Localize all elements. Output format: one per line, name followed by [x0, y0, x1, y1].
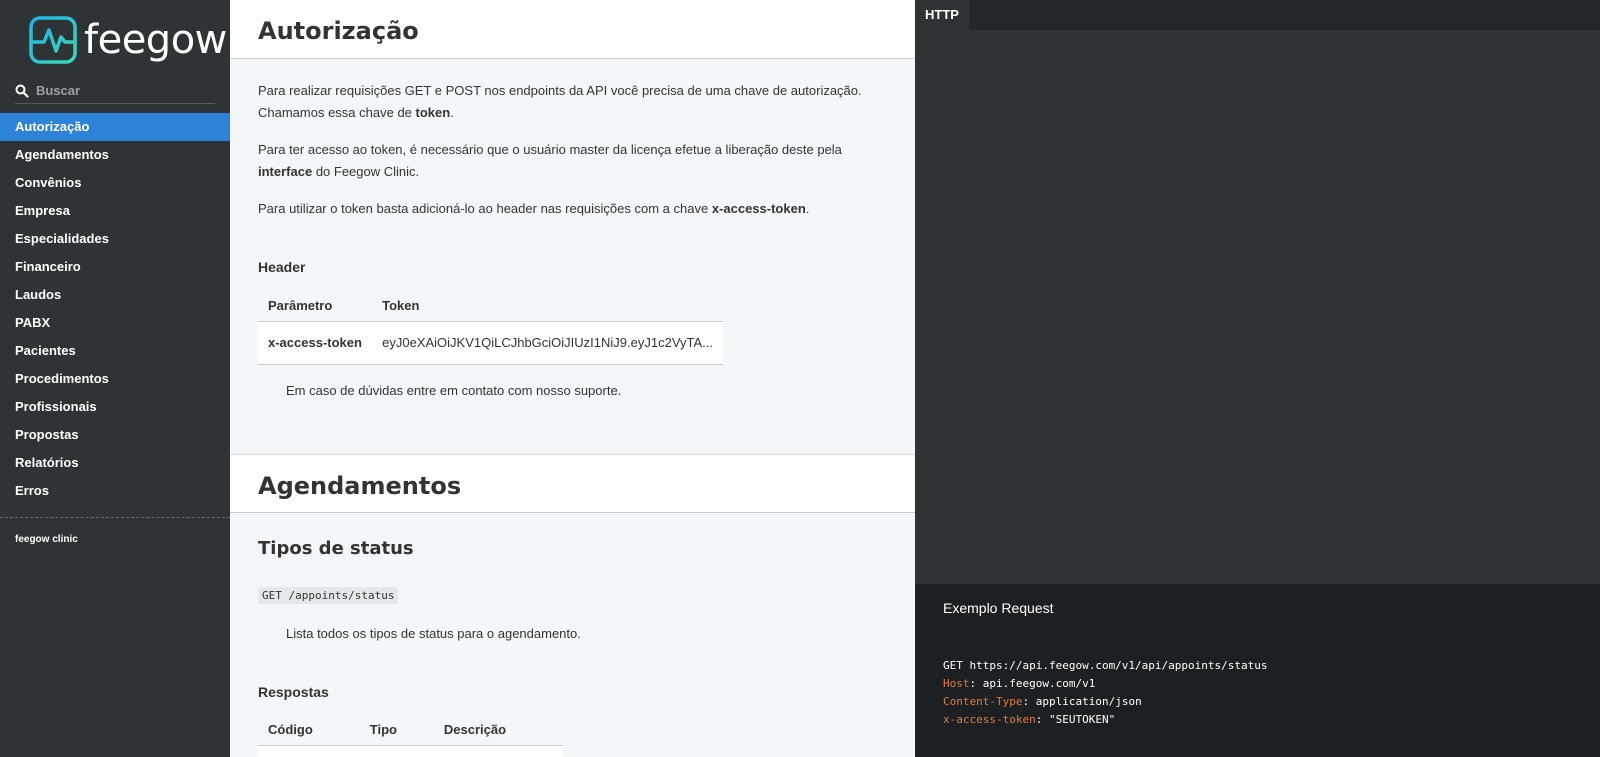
header-title: Header: [258, 259, 306, 275]
sidebar-item-profissionais[interactable]: Profissionais: [0, 393, 230, 421]
column-header-codigo: Código: [268, 722, 313, 738]
auth-paragraph-2: Para ter acesso ao token, é necessário q…: [258, 142, 842, 179]
logo[interactable]: feegow: [28, 14, 227, 66]
language-tabs: HTTP: [915, 0, 1600, 30]
section-header-agendamentos: Agendamentos: [230, 454, 915, 513]
section-title-agendamentos: Agendamentos: [258, 472, 462, 500]
subsection-title: Tipos de status: [258, 538, 414, 559]
column-header-token: Token: [382, 298, 420, 314]
tab-http[interactable]: HTTP: [915, 0, 969, 30]
sidebar-item-autorizacao[interactable]: Autorização: [0, 113, 230, 141]
code-line: x-access-token: "SEUTOKEN": [943, 713, 1116, 726]
sidebar-item-laudos[interactable]: Laudos: [0, 281, 230, 309]
sidebar-item-erros[interactable]: Erros: [0, 477, 230, 505]
support-note: Em caso de dúvidas entre em contato com …: [286, 383, 622, 398]
sidebar-item-empresa[interactable]: Empresa: [0, 197, 230, 225]
example-request-code: GET https://api.feegow.com/v1/api/appoin…: [915, 632, 1600, 757]
column-header-parametro: Parâmetro: [268, 298, 333, 314]
auth-paragraph-1: Para realizar requisições GET e POST nos…: [258, 83, 862, 120]
code-panel: HTTP Exemplo Request GET https://api.fee…: [915, 0, 1600, 757]
sidebar-divider: [0, 517, 230, 518]
code-line: Content-Type: application/json: [943, 695, 1142, 708]
sidebar-footer-link[interactable]: feegow clinic: [15, 534, 78, 545]
page-title: Autorização: [258, 17, 419, 45]
responses-table: Código Tipo Descrição: [258, 715, 563, 757]
endpoint-description: Lista todos os tipos de status para o ag…: [286, 626, 581, 641]
search-bar: [15, 78, 215, 104]
sidebar-item-agendamentos[interactable]: Agendamentos: [0, 141, 230, 169]
table-cell-token: eyJ0eXAiOiJKV1QiLCJhbGciOiJIUzI1NiJ9.eyJ…: [372, 320, 723, 365]
endpoint-code: GET /appoints/status: [258, 587, 399, 604]
sidebar-nav: Autorização Agendamentos Convênios Empre…: [0, 113, 230, 505]
feegow-logo-icon: [29, 16, 77, 64]
header-table: Parâmetro Token x-access-token eyJ0eXAiO…: [258, 291, 723, 365]
code-line: GET https://api.feegow.com/v1/api/appoin…: [943, 659, 1268, 672]
sidebar-item-pacientes[interactable]: Pacientes: [0, 337, 230, 365]
auth-paragraph-3: Para utilizar o token basta adicioná-lo …: [258, 201, 810, 216]
code-line: Host: api.feegow.com/v1: [943, 677, 1096, 690]
table-row: x-access-token eyJ0eXAiOiJKV1QiLCJhbGciO…: [258, 320, 723, 365]
example-request-label: Exemplo Request: [915, 584, 1600, 632]
sidebar-item-procedimentos[interactable]: Procedimentos: [0, 365, 230, 393]
sidebar-item-propostas[interactable]: Propostas: [0, 421, 230, 449]
sidebar-item-convenios[interactable]: Convênios: [0, 169, 230, 197]
table-row: [258, 744, 563, 757]
brand-name: feegow: [84, 17, 227, 63]
responses-title: Respostas: [258, 684, 329, 700]
search-input[interactable]: [36, 83, 206, 98]
column-header-descricao: Descrição: [443, 722, 507, 738]
sidebar-item-financeiro[interactable]: Financeiro: [0, 253, 230, 281]
section-header-autorizacao: Autorização: [230, 0, 915, 59]
table-cell-param: x-access-token: [258, 320, 373, 365]
sidebar: feegow Autorização Agendamentos Convênio…: [0, 0, 230, 757]
sidebar-item-especialidades[interactable]: Especialidades: [0, 225, 230, 253]
main-content: Autorização Para realizar requisições GE…: [230, 0, 915, 757]
sidebar-item-pabx[interactable]: PABX: [0, 309, 230, 337]
sidebar-item-relatorios[interactable]: Relatórios: [0, 449, 230, 477]
search-icon: [15, 84, 29, 98]
column-header-tipo: Tipo: [369, 722, 397, 738]
